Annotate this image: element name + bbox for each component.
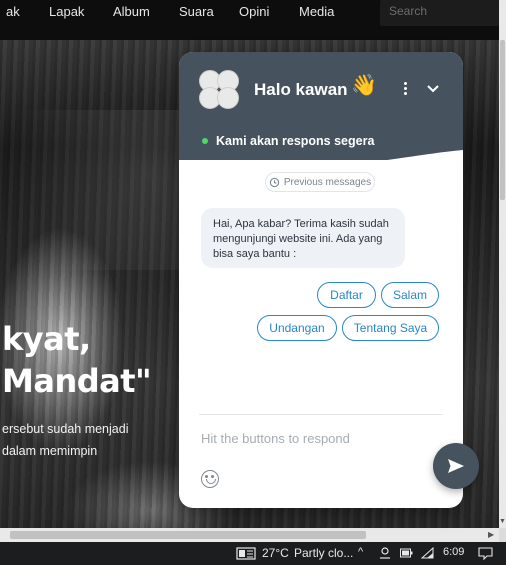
- composer-divider: [199, 414, 443, 415]
- avatar: [217, 87, 239, 109]
- hero-headline-line2: Mandat": [2, 362, 152, 400]
- wifi-icon[interactable]: [421, 547, 434, 559]
- notifications-icon[interactable]: [478, 547, 493, 560]
- hero-paragraph-line1: ersebut sudah menjadi: [2, 422, 129, 436]
- chat-widget: Halo kawan 👋 Kami akan respons segera Pr…: [179, 52, 463, 508]
- scroll-down-arrow-icon[interactable]: ▼: [499, 518, 506, 526]
- nav-item-media[interactable]: Media: [299, 4, 334, 19]
- meet-now-icon[interactable]: [379, 546, 391, 560]
- hero-paragraph-line2: dalam memimpin: [2, 444, 98, 458]
- windows-taskbar: 27°C Partly clo... ^ 6:09: [0, 542, 506, 565]
- weather-description[interactable]: Partly clo...: [294, 546, 353, 560]
- vertical-scrollbar-thumb[interactable]: [500, 40, 505, 200]
- nav-item-suara[interactable]: Suara: [179, 4, 214, 19]
- hero-paragraph: ersebut sudah menjadi dalam memimpin: [2, 418, 162, 462]
- nav-item-album[interactable]: Album: [113, 4, 150, 19]
- quick-reply-daftar[interactable]: Daftar: [317, 282, 376, 308]
- weather-temperature[interactable]: 27°C: [262, 546, 289, 560]
- scrollbar-corner: [499, 528, 506, 542]
- previous-messages-label: Previous messages: [283, 176, 372, 188]
- send-icon: [448, 459, 464, 473]
- hero-headline-line1: kyat,: [2, 320, 91, 358]
- emoji-icon[interactable]: [201, 470, 219, 488]
- nav-item-ak[interactable]: ak: [6, 4, 20, 19]
- chat-title: Halo kawan: [254, 80, 348, 99]
- chevron-up-icon[interactable]: ^: [358, 546, 363, 558]
- send-button[interactable]: [433, 443, 479, 489]
- vertical-scrollbar[interactable]: ▼: [499, 0, 506, 542]
- nav-item-lapak[interactable]: Lapak: [49, 4, 84, 19]
- quick-reply-undangan[interactable]: Undangan: [257, 315, 337, 341]
- more-options-icon[interactable]: [401, 80, 409, 100]
- waving-hand-icon: 👋: [351, 74, 378, 97]
- history-icon: [269, 177, 280, 187]
- chat-header: Halo kawan 👋 Kami akan respons segera: [179, 52, 463, 160]
- header-wave-divider: [179, 150, 463, 174]
- battery-icon[interactable]: [400, 548, 413, 558]
- online-status-dot: [202, 138, 208, 144]
- message-input[interactable]: Hit the buttons to respond: [201, 431, 350, 446]
- clock-time[interactable]: 6:09: [443, 546, 464, 558]
- quick-reply-salam[interactable]: Salam: [381, 282, 439, 308]
- top-navbar: ak Lapak Album Suara Opini Media Search: [0, 0, 499, 40]
- scroll-right-arrow-icon[interactable]: ▶: [488, 530, 494, 539]
- quick-reply-tentang-saya[interactable]: Tentang Saya: [342, 315, 439, 341]
- horizontal-scrollbar[interactable]: ▶: [0, 528, 499, 542]
- search-input[interactable]: Search: [380, 0, 499, 26]
- nav-item-opini[interactable]: Opini: [239, 4, 269, 19]
- bot-message-bubble: Hai, Apa kabar? Terima kasih sudah mengu…: [201, 208, 405, 268]
- horizontal-scrollbar-thumb[interactable]: [10, 531, 366, 539]
- chevron-down-icon[interactable]: [426, 84, 440, 94]
- agent-avatars: [199, 70, 243, 110]
- news-widget-icon[interactable]: [236, 547, 256, 560]
- previous-messages-button[interactable]: Previous messages: [265, 172, 375, 192]
